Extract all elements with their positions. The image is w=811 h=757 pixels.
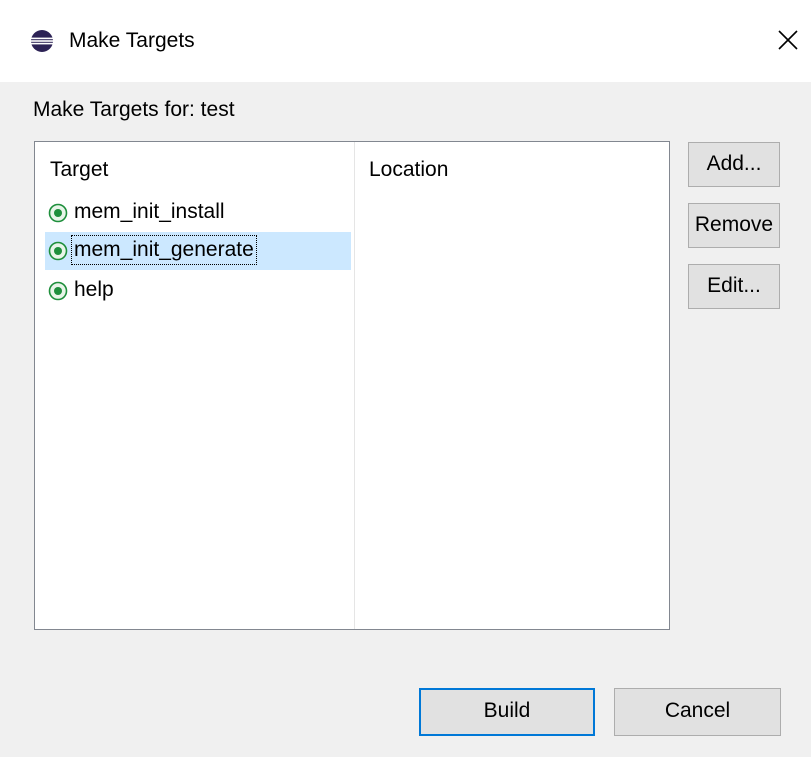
edit-button[interactable]: Edit... [688, 264, 780, 309]
eclipse-icon [31, 30, 53, 52]
make-target-icon [48, 203, 68, 223]
cancel-button[interactable]: Cancel [614, 688, 781, 736]
close-button[interactable] [770, 22, 806, 58]
make-target-icon [48, 281, 68, 301]
remove-button[interactable]: Remove [688, 203, 780, 248]
close-icon [778, 30, 798, 50]
build-button[interactable]: Build [419, 688, 595, 736]
table-row-mem-init-generate[interactable]: mem_init_generate [45, 232, 351, 270]
window-title: Make Targets [69, 29, 195, 52]
table-row-mem-init-install[interactable]: mem_init_install [45, 194, 351, 232]
row-label: help [74, 278, 114, 301]
column-divider[interactable] [354, 142, 355, 629]
targets-table[interactable]: Target Location mem_init_install mem_ini… [34, 141, 670, 630]
column-header-target[interactable]: Target [50, 156, 108, 184]
column-header-location[interactable]: Location [369, 156, 448, 184]
row-label: mem_init_install [74, 200, 225, 223]
make-target-icon [48, 241, 68, 261]
add-button[interactable]: Add... [688, 142, 780, 187]
row-label: mem_init_generate [71, 235, 257, 265]
title-bar: Make Targets [0, 0, 811, 82]
make-targets-for-label: Make Targets for: test [33, 98, 235, 121]
table-row-help[interactable]: help [45, 272, 351, 310]
